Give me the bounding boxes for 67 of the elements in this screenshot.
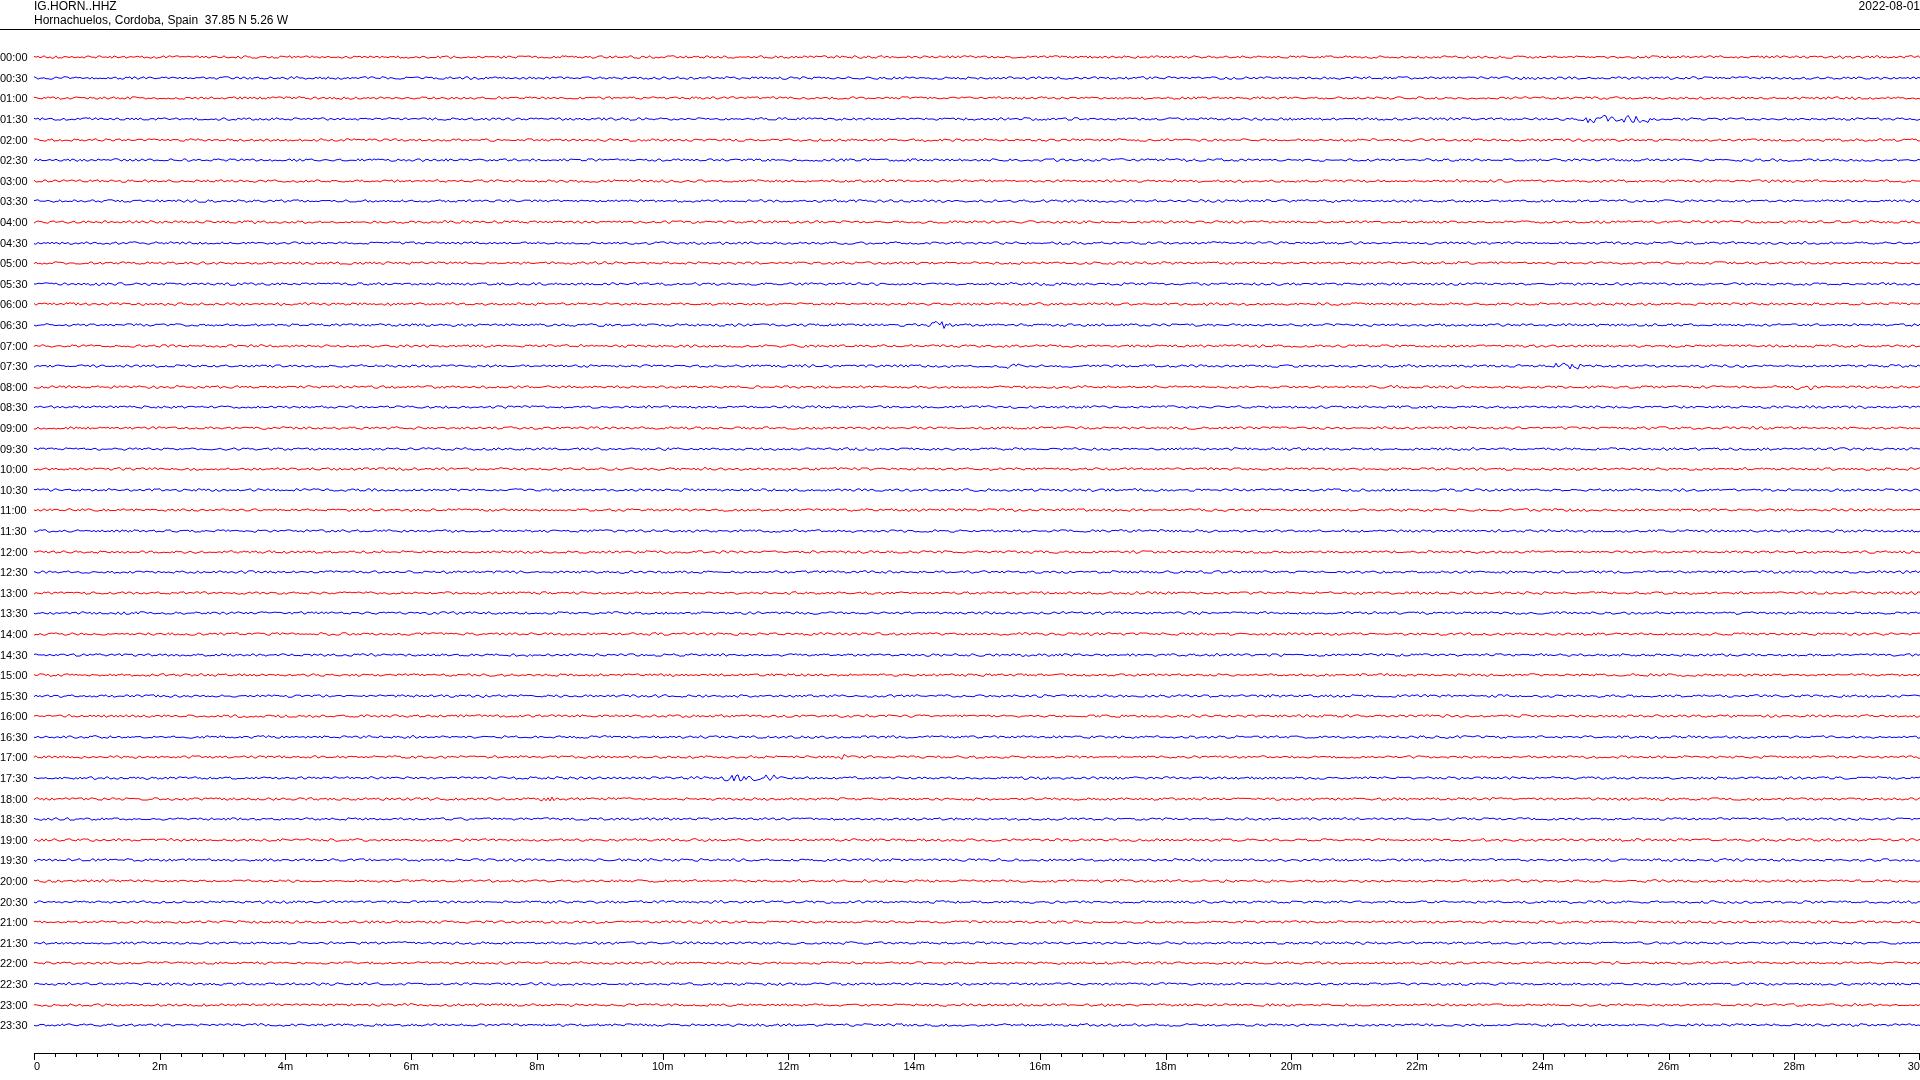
time-label: 14:30 [0, 648, 29, 661]
time-label: 12:30 [0, 566, 29, 579]
time-label: 19:00 [0, 833, 29, 846]
time-label: 05:00 [0, 257, 29, 270]
time-label: 23:00 [0, 998, 29, 1011]
time-label: 10:00 [0, 463, 29, 476]
time-label: 09:30 [0, 442, 29, 455]
tick-label: 20m [1280, 1059, 1303, 1072]
tick-label: 30 [1907, 1059, 1920, 1072]
tick-label: 2m [152, 1059, 168, 1072]
time-label: 09:00 [0, 422, 29, 434]
time-label: 04:00 [0, 216, 29, 229]
time-label: 20:30 [0, 895, 29, 908]
tick-label: 28m [1783, 1059, 1805, 1072]
tick-label: 16m [1029, 1059, 1051, 1072]
time-label: 10:30 [0, 483, 29, 496]
time-label: 02:00 [0, 133, 29, 146]
time-label: 01:30 [0, 113, 29, 126]
time-label: 20:00 [0, 875, 29, 888]
time-label: 03:30 [0, 195, 29, 208]
time-label: 12:00 [0, 545, 29, 558]
tick-label: 24m [1532, 1059, 1554, 1072]
time-label: 06:00 [0, 298, 29, 311]
time-label: 07:30 [0, 360, 29, 373]
time-label: 22:30 [0, 978, 29, 990]
time-label: 22:00 [0, 957, 29, 970]
tick-label: 18m [1154, 1059, 1177, 1072]
tick-label: 22m [1406, 1059, 1428, 1072]
tick-label: 0 [34, 1059, 41, 1072]
time-label: 17:30 [0, 772, 29, 785]
time-label: 02:30 [0, 154, 29, 167]
station-code: IG.HORN..HHZ [34, 0, 117, 12]
time-label: 11:30 [0, 524, 28, 537]
time-label: 19:30 [0, 854, 29, 867]
tick-label: 26m [1657, 1059, 1680, 1072]
date-label: 2022-08-01 [1858, 0, 1920, 12]
tick-label: 4m [277, 1059, 294, 1072]
time-label: 06:30 [0, 319, 29, 331]
time-label: 16:00 [0, 710, 29, 723]
tick-label: 8m [529, 1059, 545, 1072]
time-label: 07:00 [0, 339, 29, 352]
time-label: 23:30 [0, 1019, 29, 1032]
time-label: 04:30 [0, 236, 29, 249]
time-label: 21:30 [0, 936, 29, 949]
time-label: 17:00 [0, 751, 29, 764]
time-label: 00:30 [0, 71, 29, 84]
tick-label: 12m [777, 1059, 800, 1072]
time-label: 21:00 [0, 916, 29, 929]
time-label: 05:30 [0, 277, 29, 290]
time-label: 18:30 [0, 813, 29, 826]
tick-label: 14m [903, 1059, 925, 1072]
time-label: 11:00 [0, 504, 28, 517]
time-label: 15:30 [0, 689, 29, 702]
tick-label: 6m [403, 1059, 419, 1072]
time-label: 13:30 [0, 607, 29, 620]
time-label: 14:00 [0, 627, 29, 640]
time-label: 18:00 [0, 792, 29, 805]
time-label: 15:00 [0, 669, 29, 682]
tick-label: 10m [651, 1059, 674, 1072]
time-label: 00:00 [0, 51, 29, 64]
time-label: 01:00 [0, 92, 29, 105]
time-label: 08:30 [0, 401, 29, 414]
time-label: 08:00 [0, 380, 29, 393]
time-label: 16:30 [0, 730, 29, 743]
time-label: 13:00 [0, 586, 29, 599]
time-label: 03:00 [0, 174, 29, 187]
station-location: Hornachuelos, Cordoba, Spain 37.85 N 5.26 W [34, 13, 289, 27]
